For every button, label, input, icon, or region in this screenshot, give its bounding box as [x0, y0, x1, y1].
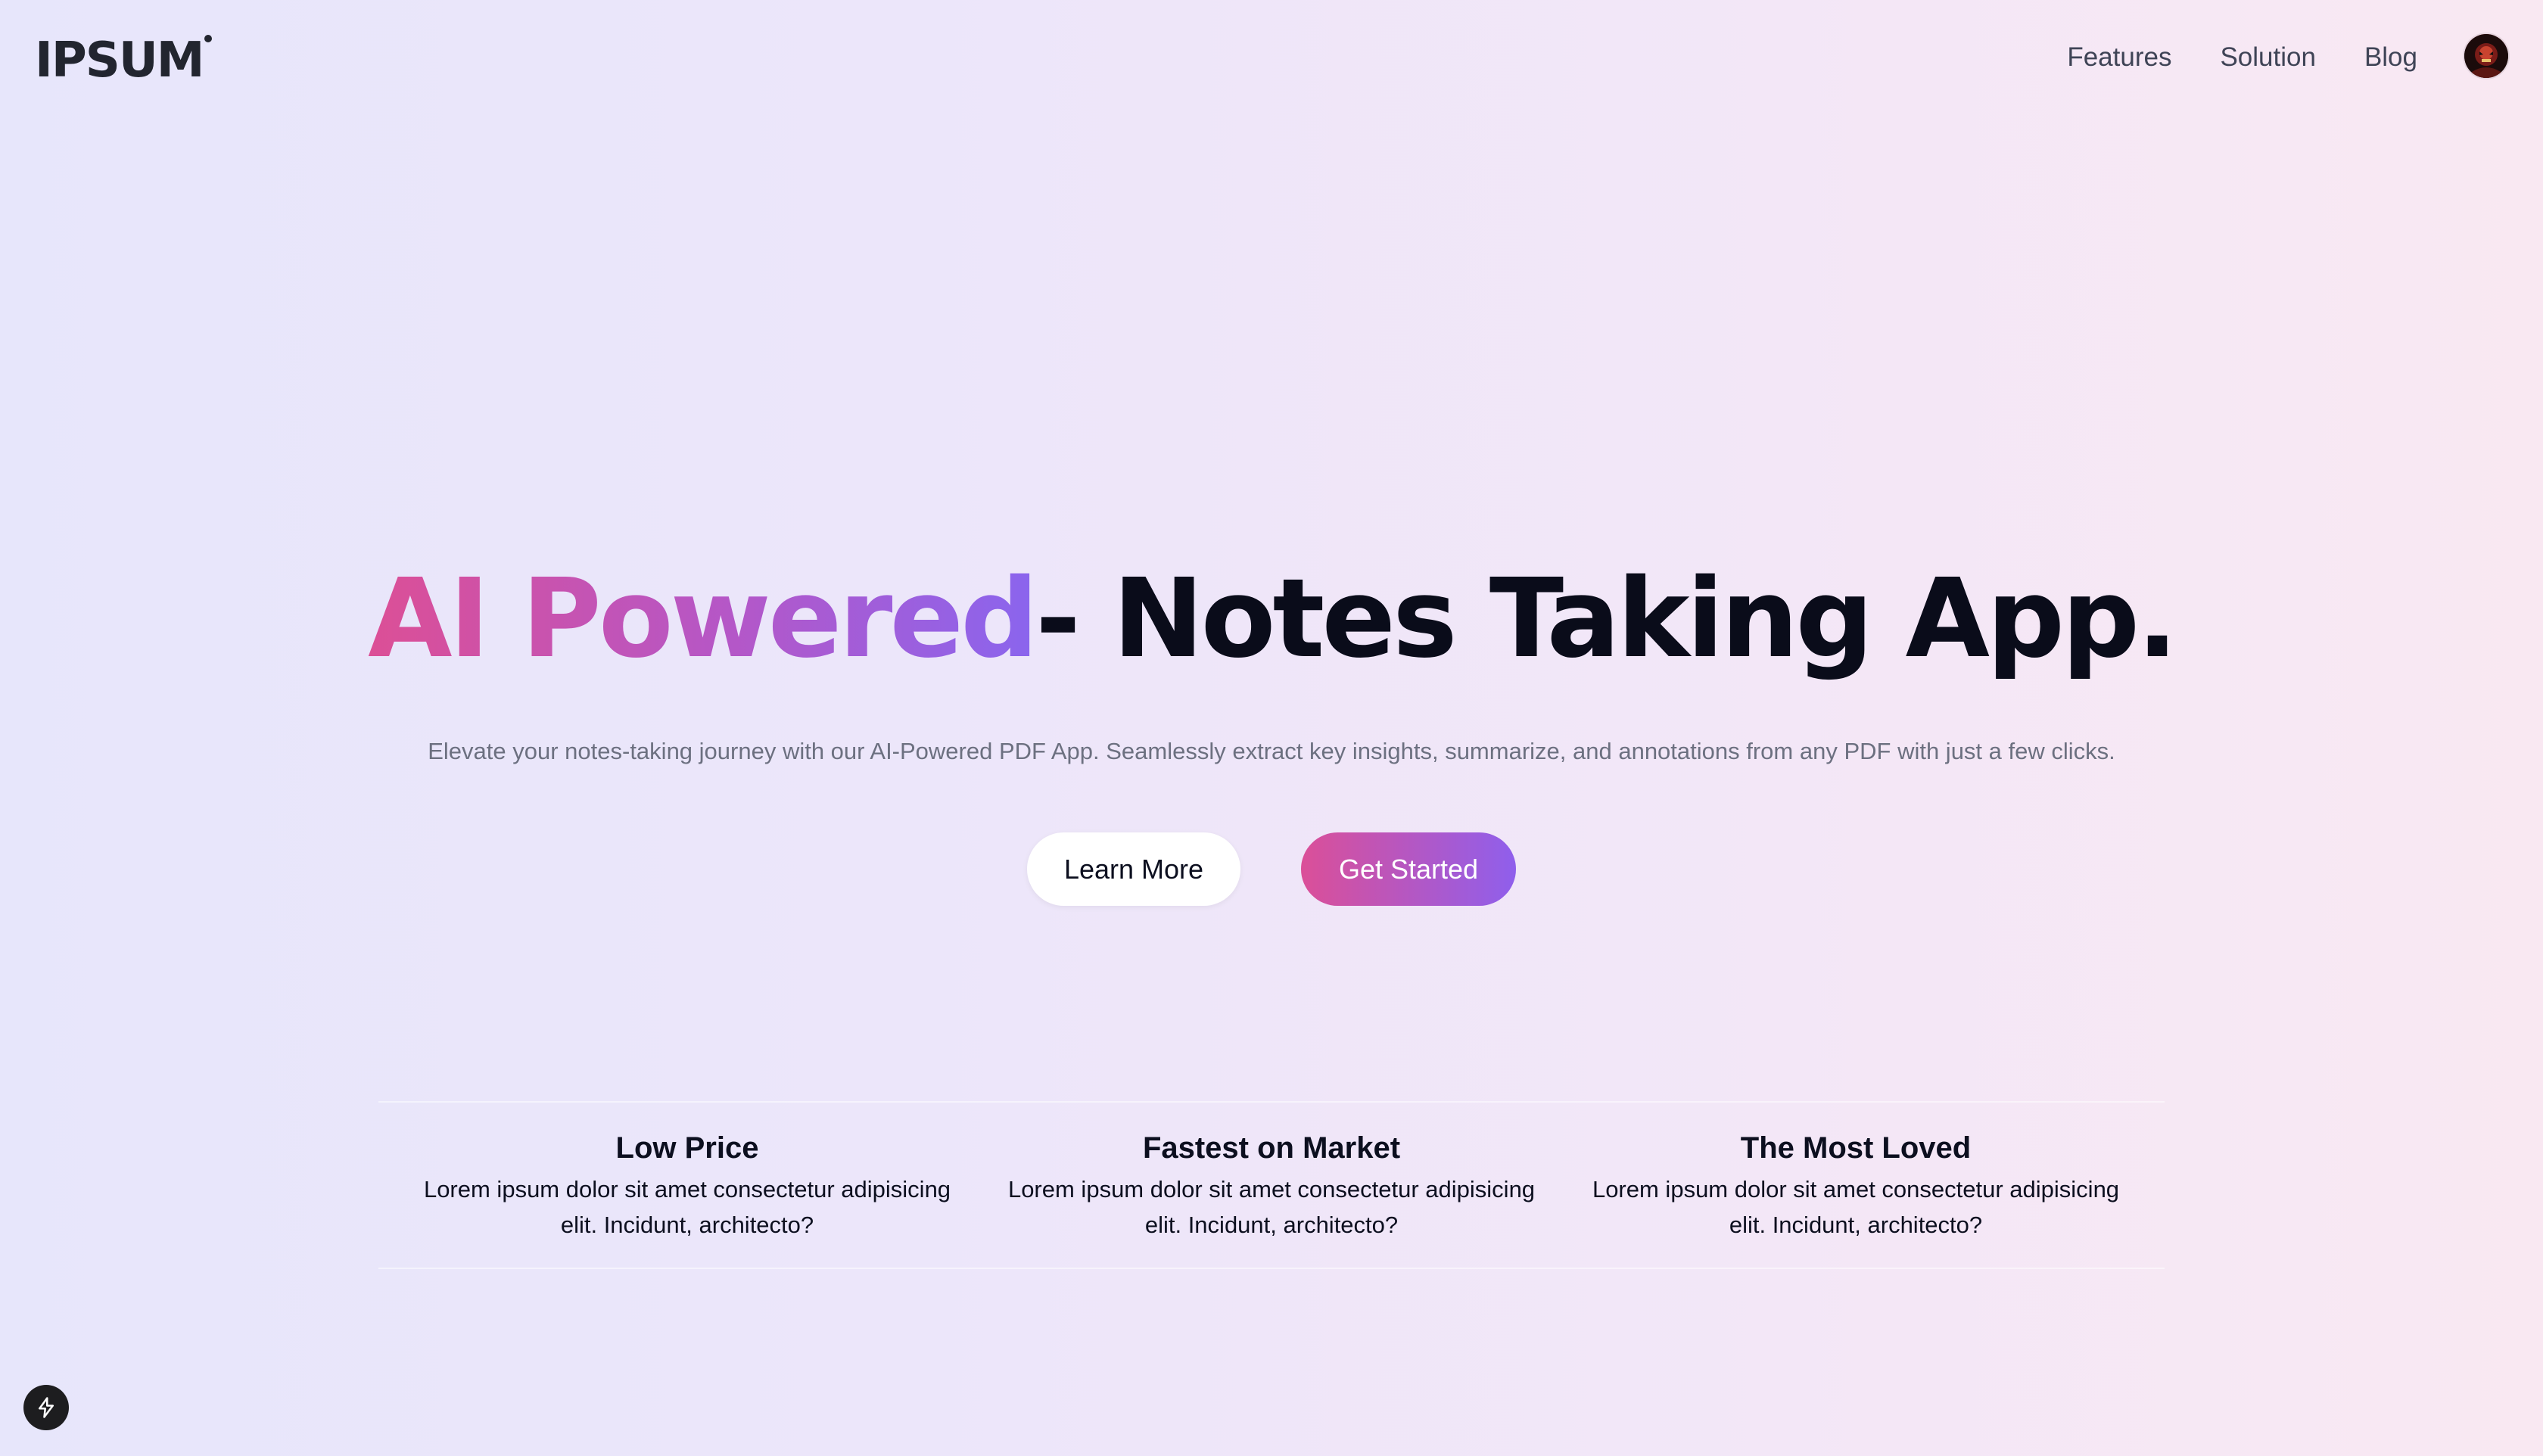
- user-avatar[interactable]: [2464, 34, 2508, 78]
- hero-title-highlight: AI Powered: [368, 555, 1038, 682]
- hero-title-rest: - Notes Taking App.: [1035, 555, 2178, 682]
- feature-card: Low Price Lorem ipsum dolor sit amet con…: [395, 1103, 979, 1268]
- feature-card: Fastest on Market Lorem ipsum dolor sit …: [979, 1103, 1564, 1268]
- lightning-bolt-badge[interactable]: [23, 1385, 69, 1430]
- feature-title: The Most Loved: [1740, 1131, 1972, 1165]
- feature-description: Lorem ipsum dolor sit amet consectetur a…: [1592, 1176, 2120, 1238]
- learn-more-button[interactable]: Learn More: [1027, 832, 1240, 906]
- hero-subtitle: Elevate your notes-taking journey with o…: [428, 738, 2115, 764]
- nav-item-features[interactable]: Features: [2067, 42, 2171, 73]
- feature-card: The Most Loved Lorem ipsum dolor sit ame…: [1564, 1103, 2148, 1268]
- avatar-image: [2464, 34, 2508, 78]
- feature-title: Low Price: [615, 1131, 759, 1165]
- nav-item-solution[interactable]: Solution: [2220, 42, 2315, 73]
- lightning-bolt-icon: [39, 1397, 54, 1418]
- logo[interactable]: IPSUM: [35, 30, 213, 91]
- logo-text: IPSUM: [35, 33, 204, 89]
- feature-title: Fastest on Market: [1142, 1131, 1401, 1165]
- get-started-button[interactable]: Get Started: [1301, 832, 1516, 906]
- cta-group: Learn More Get Started: [0, 832, 2543, 906]
- hero-title: AI Powered- Notes Taking App.: [0, 555, 2543, 682]
- features-strip: Low Price Lorem ipsum dolor sit amet con…: [378, 1101, 2165, 1269]
- feature-description: Lorem ipsum dolor sit amet consectetur a…: [423, 1176, 951, 1238]
- main-nav: Features Solution Blog: [2067, 35, 2417, 80]
- logo-dot: [204, 35, 213, 42]
- feature-description: Lorem ipsum dolor sit amet consectetur a…: [1007, 1176, 1536, 1238]
- nav-item-blog[interactable]: Blog: [2364, 42, 2417, 73]
